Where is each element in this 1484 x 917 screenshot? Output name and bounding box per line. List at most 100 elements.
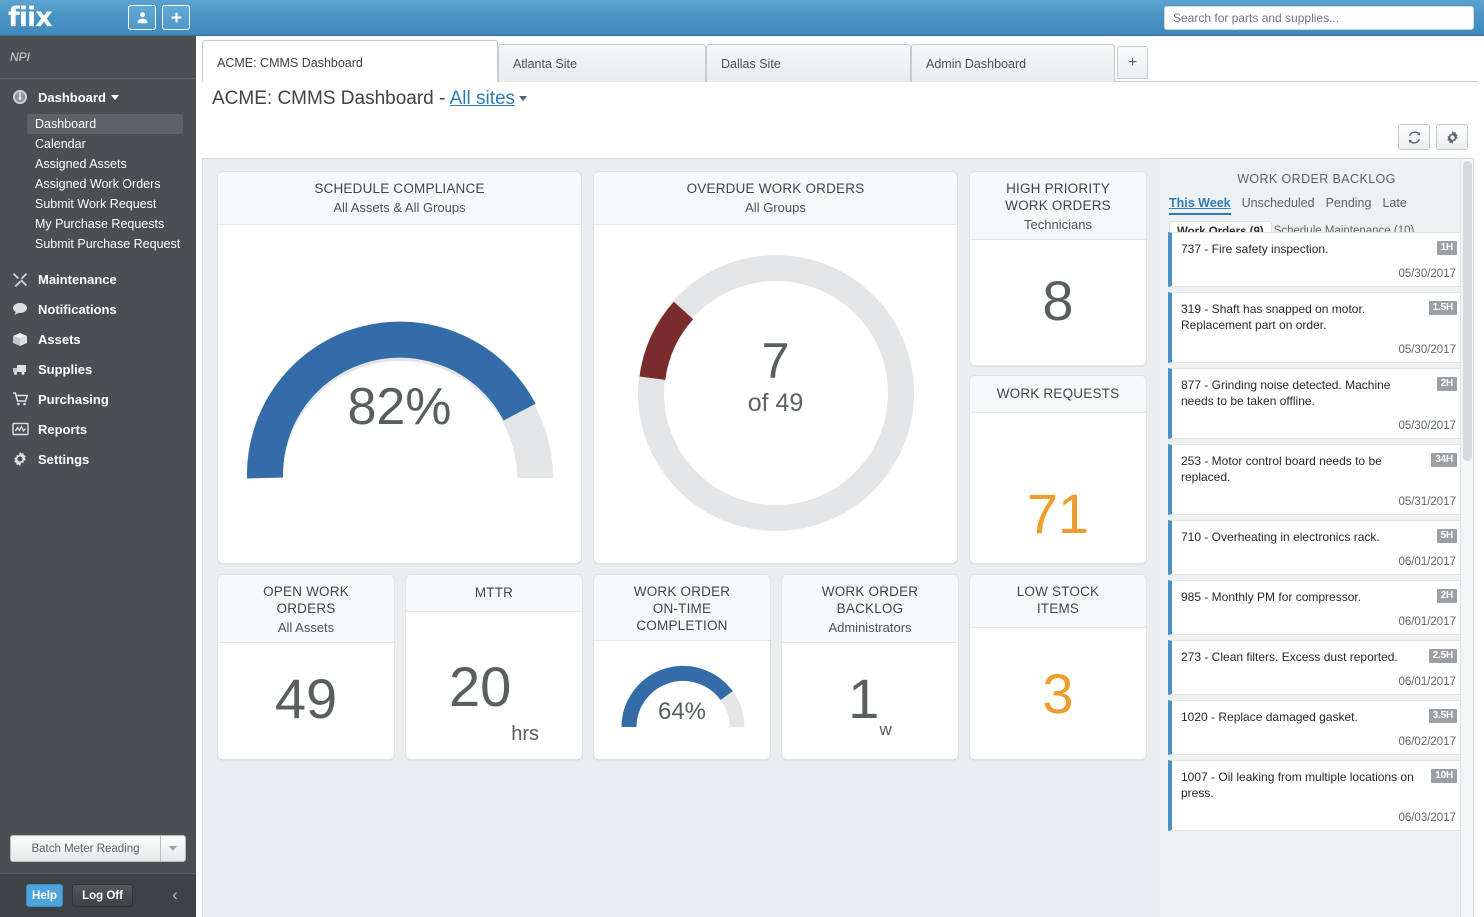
sidebar-subnav: Dashboard Calendar Assigned Assets Assig… xyxy=(0,114,196,254)
dashboard-settings-gear-icon[interactable] xyxy=(1436,124,1468,150)
sidebar-supplies-label: Supplies xyxy=(38,362,92,377)
widget-schedule-compliance[interactable]: SCHEDULE COMPLIANCE All Assets & All Gro… xyxy=(217,171,582,564)
backlog-filter-pending[interactable]: Pending xyxy=(1326,196,1372,215)
sidebar-item-maintenance[interactable]: Maintenance xyxy=(0,264,196,294)
top-bar: fiix xyxy=(0,0,1484,36)
list-item[interactable]: 2.5H 273 - Clean filters. Excess dust re… xyxy=(1168,640,1465,695)
list-item[interactable]: 2H 985 - Monthly PM for compressor. 06/0… xyxy=(1168,580,1465,635)
backlog-filter-late[interactable]: Late xyxy=(1382,196,1406,215)
sidebar-item-notifications[interactable]: Notifications xyxy=(0,294,196,324)
status-badge: 1H xyxy=(1437,241,1457,255)
sidebar-item-dashboard[interactable]: Dashboard xyxy=(0,82,196,112)
sidebar-notifications-label: Notifications xyxy=(38,302,117,317)
sidebar-item-purchasing[interactable]: Purchasing xyxy=(0,384,196,414)
widget-title: WORK REQUESTS xyxy=(974,385,1142,402)
list-item[interactable]: 34H 253 - Motor control board needs to b… xyxy=(1168,444,1465,515)
status-badge: 2.5H xyxy=(1429,649,1457,663)
work-order-backlog-unit: w xyxy=(879,720,891,740)
list-item[interactable]: 2H 877 - Grinding noise detected. Machin… xyxy=(1168,368,1465,439)
on-time-completion-value: 64% xyxy=(594,698,770,726)
list-item[interactable]: 10H 1007 - Oil leaking from multiple loc… xyxy=(1168,760,1465,831)
scrollbar-thumb[interactable] xyxy=(1463,161,1472,461)
widget-title-line1: HIGH PRIORITY xyxy=(974,180,1142,197)
widget-header: LOW STOCK ITEMS xyxy=(970,575,1146,628)
tab-atlanta-site[interactable]: Atlanta Site xyxy=(498,44,706,82)
list-item-text: 737 - Fire safety inspection. xyxy=(1181,241,1456,257)
widget-overdue-work-orders[interactable]: OVERDUE WORK ORDERS All Groups 7 of 49 xyxy=(593,171,958,564)
sidebar-subitem-dashboard[interactable]: Dashboard xyxy=(27,114,183,134)
widget-title-line1: OPEN WORK xyxy=(222,583,390,600)
tab-dallas-site[interactable]: Dallas Site xyxy=(706,44,911,82)
batch-meter-reading-button[interactable]: Batch Meter Reading xyxy=(10,835,160,862)
help-button[interactable]: Help xyxy=(26,884,63,907)
widget-subtitle: Technicians xyxy=(974,216,1142,233)
widget-title-line2: ORDERS xyxy=(222,600,390,617)
widget-title-line3: COMPLETION xyxy=(598,617,766,634)
widget-title: SCHEDULE COMPLIANCE xyxy=(222,180,577,197)
mttr-unit: hrs xyxy=(511,723,539,746)
batch-meter-reading-dropdown[interactable]: Batch Meter Reading xyxy=(10,835,186,862)
list-item[interactable]: 3.5H 1020 - Replace damaged gasket. 06/0… xyxy=(1168,700,1465,755)
sidebar-maintenance-label: Maintenance xyxy=(38,272,117,287)
backlog-header: WORK ORDER BACKLOG xyxy=(1160,159,1473,186)
list-item-date: 06/01/2017 xyxy=(1181,676,1456,688)
sidebar-subitem-calendar[interactable]: Calendar xyxy=(27,134,183,154)
list-item-text: 1020 - Replace damaged gasket. xyxy=(1181,709,1456,725)
widget-mttr[interactable]: MTTR 20 hrs xyxy=(405,574,583,760)
sidebar-subitem-submit-purchase-request[interactable]: Submit Purchase Request xyxy=(27,234,183,254)
sidebar-item-supplies[interactable]: Supplies xyxy=(0,354,196,384)
widget-subtitle: All Groups xyxy=(598,199,953,216)
list-item[interactable]: 1.5H 319 - Shaft has snapped on motor. R… xyxy=(1168,292,1465,363)
batch-dropdown-arrow[interactable] xyxy=(160,835,186,862)
list-item[interactable]: 1H 737 - Fire safety inspection. 05/30/2… xyxy=(1168,232,1465,287)
widget-low-stock-items[interactable]: LOW STOCK ITEMS 3 xyxy=(969,574,1147,760)
refresh-icon[interactable] xyxy=(1398,124,1430,150)
sidebar-item-assets[interactable]: Assets xyxy=(0,324,196,354)
tab-acme-cmms-dashboard[interactable]: ACME: CMMS Dashboard xyxy=(202,40,498,82)
widget-body: 71 xyxy=(970,413,1146,564)
widget-work-order-backlog[interactable]: WORK ORDER BACKLOG Administrators 1 w xyxy=(781,574,959,760)
sidebar-nav: Dashboard Dashboard Calendar Assigned As… xyxy=(0,82,196,474)
widget-work-requests[interactable]: WORK REQUESTS 71 xyxy=(969,375,1147,564)
sidebar: NPI Dashboard Dashboard Calendar Assigne… xyxy=(0,36,196,917)
list-item-text: 1007 - Oil leaking from multiple locatio… xyxy=(1181,769,1456,801)
widget-body: 7 of 49 xyxy=(594,225,957,561)
backlog-list[interactable]: 1H 737 - Fire safety inspection. 05/30/2… xyxy=(1168,232,1465,917)
sidebar-item-reports[interactable]: Reports xyxy=(0,414,196,444)
sidebar-subitem-my-purchase-requests[interactable]: My Purchase Requests xyxy=(27,214,183,234)
backlog-filter-this-week[interactable]: This Week xyxy=(1169,196,1231,215)
sidebar-item-settings[interactable]: Settings xyxy=(0,444,196,474)
chevron-down-icon xyxy=(111,95,119,100)
widget-title-line2: BACKLOG xyxy=(786,600,954,617)
add-tab-button[interactable]: + xyxy=(1117,46,1148,79)
widget-header: SCHEDULE COMPLIANCE All Assets & All Gro… xyxy=(218,172,581,225)
plus-icon[interactable] xyxy=(162,5,190,30)
widget-on-time-completion[interactable]: WORK ORDER ON-TIME COMPLETION 64% xyxy=(593,574,771,760)
widget-high-priority-work-orders[interactable]: HIGH PRIORITY WORK ORDERS Technicians 8 xyxy=(969,171,1147,366)
sidebar-subitem-assigned-work-orders[interactable]: Assigned Work Orders xyxy=(27,174,183,194)
widget-body: 3 xyxy=(970,628,1146,758)
list-item-text: 273 - Clean filters. Excess dust reporte… xyxy=(1181,649,1456,665)
backlog-filter-unscheduled[interactable]: Unscheduled xyxy=(1242,196,1315,215)
chevron-left-icon[interactable]: ‹ xyxy=(162,882,188,908)
status-badge: 2H xyxy=(1437,589,1457,603)
user-icon[interactable] xyxy=(128,5,156,30)
widget-subtitle: All Assets xyxy=(222,619,390,636)
site-filter-link[interactable]: All sites xyxy=(450,88,515,109)
list-item-date: 05/30/2017 xyxy=(1181,344,1456,356)
widget-open-work-orders[interactable]: OPEN WORK ORDERS All Assets 49 xyxy=(217,574,395,760)
chevron-down-icon xyxy=(169,846,177,851)
mttr-value: 20 xyxy=(449,654,511,719)
page-title-prefix: ACME: CMMS Dashboard - xyxy=(212,88,450,109)
list-item-text: 319 - Shaft has snapped on motor. Replac… xyxy=(1181,301,1456,333)
sidebar-subitem-submit-work-request[interactable]: Submit Work Request xyxy=(27,194,183,214)
gear-icon xyxy=(10,450,30,468)
backlog-scrollbar[interactable] xyxy=(1460,159,1473,917)
list-item-date: 05/30/2017 xyxy=(1181,420,1456,432)
log-off-button[interactable]: Log Off xyxy=(72,884,133,907)
list-item[interactable]: 5H 710 - Overheating in electronics rack… xyxy=(1168,520,1465,575)
sidebar-subitem-assigned-assets[interactable]: Assigned Assets xyxy=(27,154,183,174)
tab-admin-dashboard[interactable]: Admin Dashboard xyxy=(911,44,1115,82)
search-input[interactable] xyxy=(1164,6,1474,30)
chevron-down-icon[interactable] xyxy=(519,96,527,101)
